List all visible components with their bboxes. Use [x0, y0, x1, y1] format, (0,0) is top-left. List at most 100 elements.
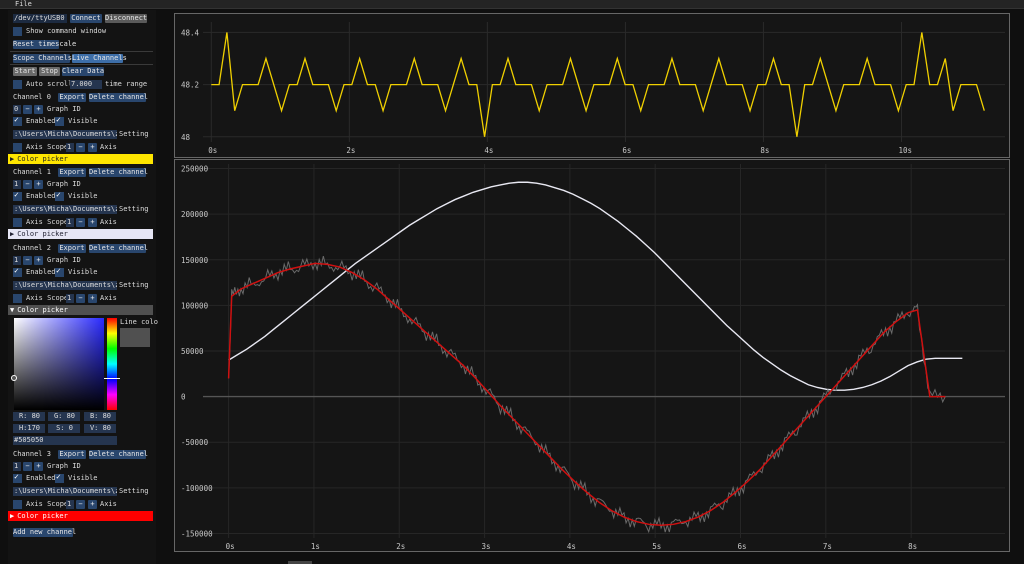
increment-button[interactable]: +: [34, 256, 43, 265]
axis-scope-checkbox[interactable]: [13, 500, 22, 509]
decrement-button[interactable]: −: [76, 294, 85, 303]
menu-bar: File: [0, 0, 1024, 9]
v-input[interactable]: V: 80: [84, 424, 116, 433]
add-channel-button[interactable]: Add new channel: [13, 528, 76, 537]
decrement-button[interactable]: −: [23, 105, 32, 114]
path-input[interactable]: :\Users\Micha\Documents\zab: [13, 281, 117, 290]
enabled-checkbox[interactable]: [13, 190, 22, 201]
picker-cursor[interactable]: [11, 375, 17, 381]
s-input[interactable]: S: 0: [48, 424, 80, 433]
start-button[interactable]: Start: [13, 67, 37, 76]
graph-id-input[interactable]: 1: [13, 180, 21, 189]
x-tick-label: 1s: [311, 542, 320, 551]
delete-channel-button[interactable]: Delete channel: [89, 450, 148, 459]
export-button[interactable]: Export: [58, 450, 86, 459]
graph-id-label: Graph ID: [47, 105, 81, 113]
export-button[interactable]: Export: [58, 168, 86, 177]
show-cmd-checkbox[interactable]: [13, 27, 22, 36]
color-picker-label: Color picker: [17, 155, 68, 163]
autoscroll-label: Auto scroll: [26, 80, 73, 88]
menu-file[interactable]: File: [15, 0, 32, 8]
triangle-down-icon: ▼: [10, 306, 15, 314]
clear-data-button[interactable]: Clear Data: [62, 67, 104, 76]
port-field[interactable]: /dev/ttyUSB0: [13, 14, 67, 23]
decrement-button[interactable]: −: [23, 462, 32, 471]
stop-button[interactable]: Stop: [39, 67, 60, 76]
graph-id-input[interactable]: 1: [13, 256, 21, 265]
axis-scope-checkbox[interactable]: [13, 218, 22, 227]
increment-button[interactable]: +: [34, 462, 43, 471]
y-tick-label: 150000: [181, 256, 209, 265]
increment-button[interactable]: +: [88, 294, 97, 303]
path-input[interactable]: :\Users\Micha\Documents\zab: [13, 487, 117, 496]
x-tick-label: 8s: [908, 542, 917, 551]
tab-scope-channels[interactable]: Scope Channels: [13, 54, 72, 63]
reset-timescale-button[interactable]: Reset timescale: [13, 40, 76, 49]
y-tick-label: 48.4: [181, 28, 200, 37]
increment-button[interactable]: +: [88, 500, 97, 509]
export-button[interactable]: Export: [58, 244, 86, 253]
path-input[interactable]: :\Users\Micha\Documents\zab: [13, 205, 117, 214]
enabled-checkbox[interactable]: [13, 266, 22, 277]
enabled-label: Enabled: [26, 474, 56, 482]
hex-input[interactable]: #505050: [13, 436, 117, 445]
decrement-button[interactable]: −: [76, 500, 85, 509]
visible-label: Visible: [68, 268, 98, 276]
connect-button[interactable]: Connect: [70, 14, 102, 23]
x-tick-label: 5s: [652, 542, 661, 551]
main-plot[interactable]: 0s 1s 2s 3s 4s 5s 6s 7s 8s -150000 -100000 -50000 0 5…: [174, 159, 1010, 552]
color-picker-header[interactable]: ▶ Color picker: [8, 229, 153, 239]
visible-checkbox[interactable]: [55, 190, 64, 201]
path-input[interactable]: :\Users\Micha\Documents\zab: [13, 130, 117, 139]
axis-scope-label: Axis Scope: [26, 218, 69, 226]
axis-scope-checkbox[interactable]: [13, 143, 22, 152]
increment-button[interactable]: +: [88, 143, 97, 152]
b-input[interactable]: B: 80: [84, 412, 116, 421]
visible-checkbox[interactable]: [55, 115, 64, 126]
delete-channel-button[interactable]: Delete channel: [89, 168, 148, 177]
delete-channel-button[interactable]: Delete channel: [89, 244, 148, 253]
color-swatch: [120, 328, 150, 347]
enabled-checkbox[interactable]: [13, 472, 22, 483]
enabled-label: Enabled: [26, 117, 56, 125]
axis-input[interactable]: 1: [66, 294, 74, 303]
increment-button[interactable]: +: [34, 180, 43, 189]
decrement-button[interactable]: −: [23, 256, 32, 265]
color-picker-header[interactable]: ▶ Color picker: [8, 511, 153, 521]
setting-label: Setting: [119, 281, 149, 289]
axis-scope-label: Axis Scope: [26, 294, 69, 302]
visible-checkbox[interactable]: [55, 472, 64, 483]
axis-input[interactable]: 1: [66, 143, 74, 152]
color-picker-header[interactable]: ▶ Color picker: [8, 154, 153, 164]
axis-scope-checkbox[interactable]: [13, 294, 22, 303]
y-tick-label: 0: [181, 393, 186, 402]
h-input[interactable]: H:170: [13, 424, 45, 433]
graph-id-input[interactable]: 1: [13, 462, 21, 471]
increment-button[interactable]: +: [88, 218, 97, 227]
enabled-checkbox[interactable]: [13, 115, 22, 126]
r-input[interactable]: R: 80: [13, 412, 45, 421]
hue-slider[interactable]: [107, 318, 117, 410]
x-tick-label: 4s: [484, 146, 493, 155]
g-input[interactable]: G: 80: [48, 412, 80, 421]
triangle-right-icon: ▶: [10, 230, 15, 238]
top-plot[interactable]: 0s 2s 4s 6s 8s 10s 48 48.2 48.4: [174, 13, 1010, 158]
axis-input[interactable]: 1: [66, 500, 74, 509]
tab-live-channels[interactable]: Live Channels: [72, 54, 127, 63]
increment-button[interactable]: +: [34, 105, 43, 114]
disconnect-button[interactable]: Disconnect: [105, 14, 147, 23]
export-button[interactable]: Export: [58, 93, 86, 102]
graph-id-input[interactable]: 0: [13, 105, 21, 114]
decrement-button[interactable]: −: [23, 180, 32, 189]
time-range-input[interactable]: 7.000: [70, 80, 102, 89]
axis-input[interactable]: 1: [66, 218, 74, 227]
saturation-value-square[interactable]: [14, 318, 104, 410]
visible-checkbox[interactable]: [55, 266, 64, 277]
delete-channel-button[interactable]: Delete channel: [89, 93, 148, 102]
autoscroll-checkbox[interactable]: [13, 80, 22, 89]
decrement-button[interactable]: −: [76, 218, 85, 227]
channel-title: Channel 0: [13, 93, 51, 101]
decrement-button[interactable]: −: [76, 143, 85, 152]
color-picker-header[interactable]: ▼ Color picker: [8, 305, 153, 315]
graph-id-label: Graph ID: [47, 180, 81, 188]
